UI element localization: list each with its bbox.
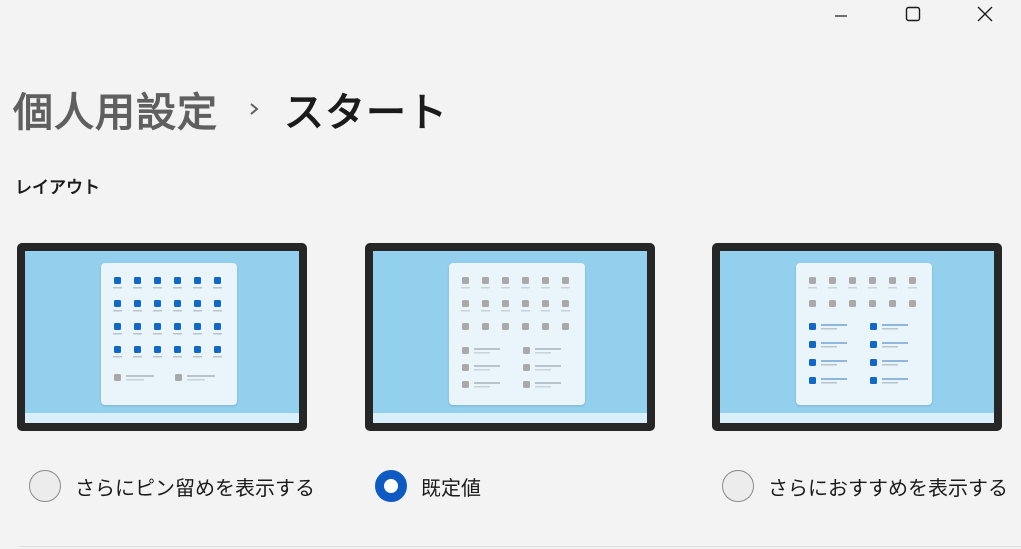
radio-option-more-pins[interactable]: さらにピン留めを表示する <box>29 470 315 502</box>
layout-preview-more-pins <box>17 243 307 431</box>
page-title: スタート <box>284 90 448 136</box>
preview-screen <box>720 251 994 423</box>
close-button[interactable] <box>949 0 1021 28</box>
start-menu-preview <box>796 263 932 405</box>
preview-taskbar <box>720 413 994 423</box>
radio-label-more-pins: さらにピン留めを表示する <box>75 475 315 500</box>
maximize-button[interactable] <box>877 0 949 28</box>
chevron-right-icon <box>248 101 260 117</box>
layout-preview-default <box>365 243 655 431</box>
radio-option-default[interactable]: 既定値 <box>375 470 481 502</box>
layout-section-label: レイアウト <box>15 178 100 198</box>
radio-button-default[interactable] <box>375 470 407 502</box>
preview-screen <box>25 251 299 423</box>
radio-button-more-recommendations[interactable] <box>722 470 754 502</box>
close-icon <box>977 6 993 22</box>
layout-option-default[interactable] <box>365 243 655 431</box>
layout-preview-more-recommendations <box>712 243 1002 431</box>
window-controls <box>805 0 1021 28</box>
start-menu-preview <box>449 263 585 405</box>
radio-option-more-recommendations[interactable]: さらにおすすめを表示する <box>722 470 1008 502</box>
breadcrumb: 個人用設定 スタート <box>13 80 448 138</box>
radio-label-more-recommendations: さらにおすすめを表示する <box>768 475 1008 500</box>
preview-taskbar <box>373 413 647 423</box>
section-divider <box>18 546 1021 547</box>
radio-label-default: 既定値 <box>421 475 481 500</box>
layout-option-more-recommendations[interactable] <box>712 243 1002 431</box>
radio-button-more-pins[interactable] <box>29 470 61 502</box>
maximize-icon <box>905 6 921 22</box>
layout-option-more-pins[interactable] <box>17 243 307 431</box>
breadcrumb-parent-link[interactable]: 個人用設定 <box>13 80 218 138</box>
minimize-button[interactable] <box>805 0 877 28</box>
minimize-icon <box>835 15 847 17</box>
preview-taskbar <box>25 413 299 423</box>
start-menu-preview <box>101 263 237 405</box>
preview-screen <box>373 251 647 423</box>
